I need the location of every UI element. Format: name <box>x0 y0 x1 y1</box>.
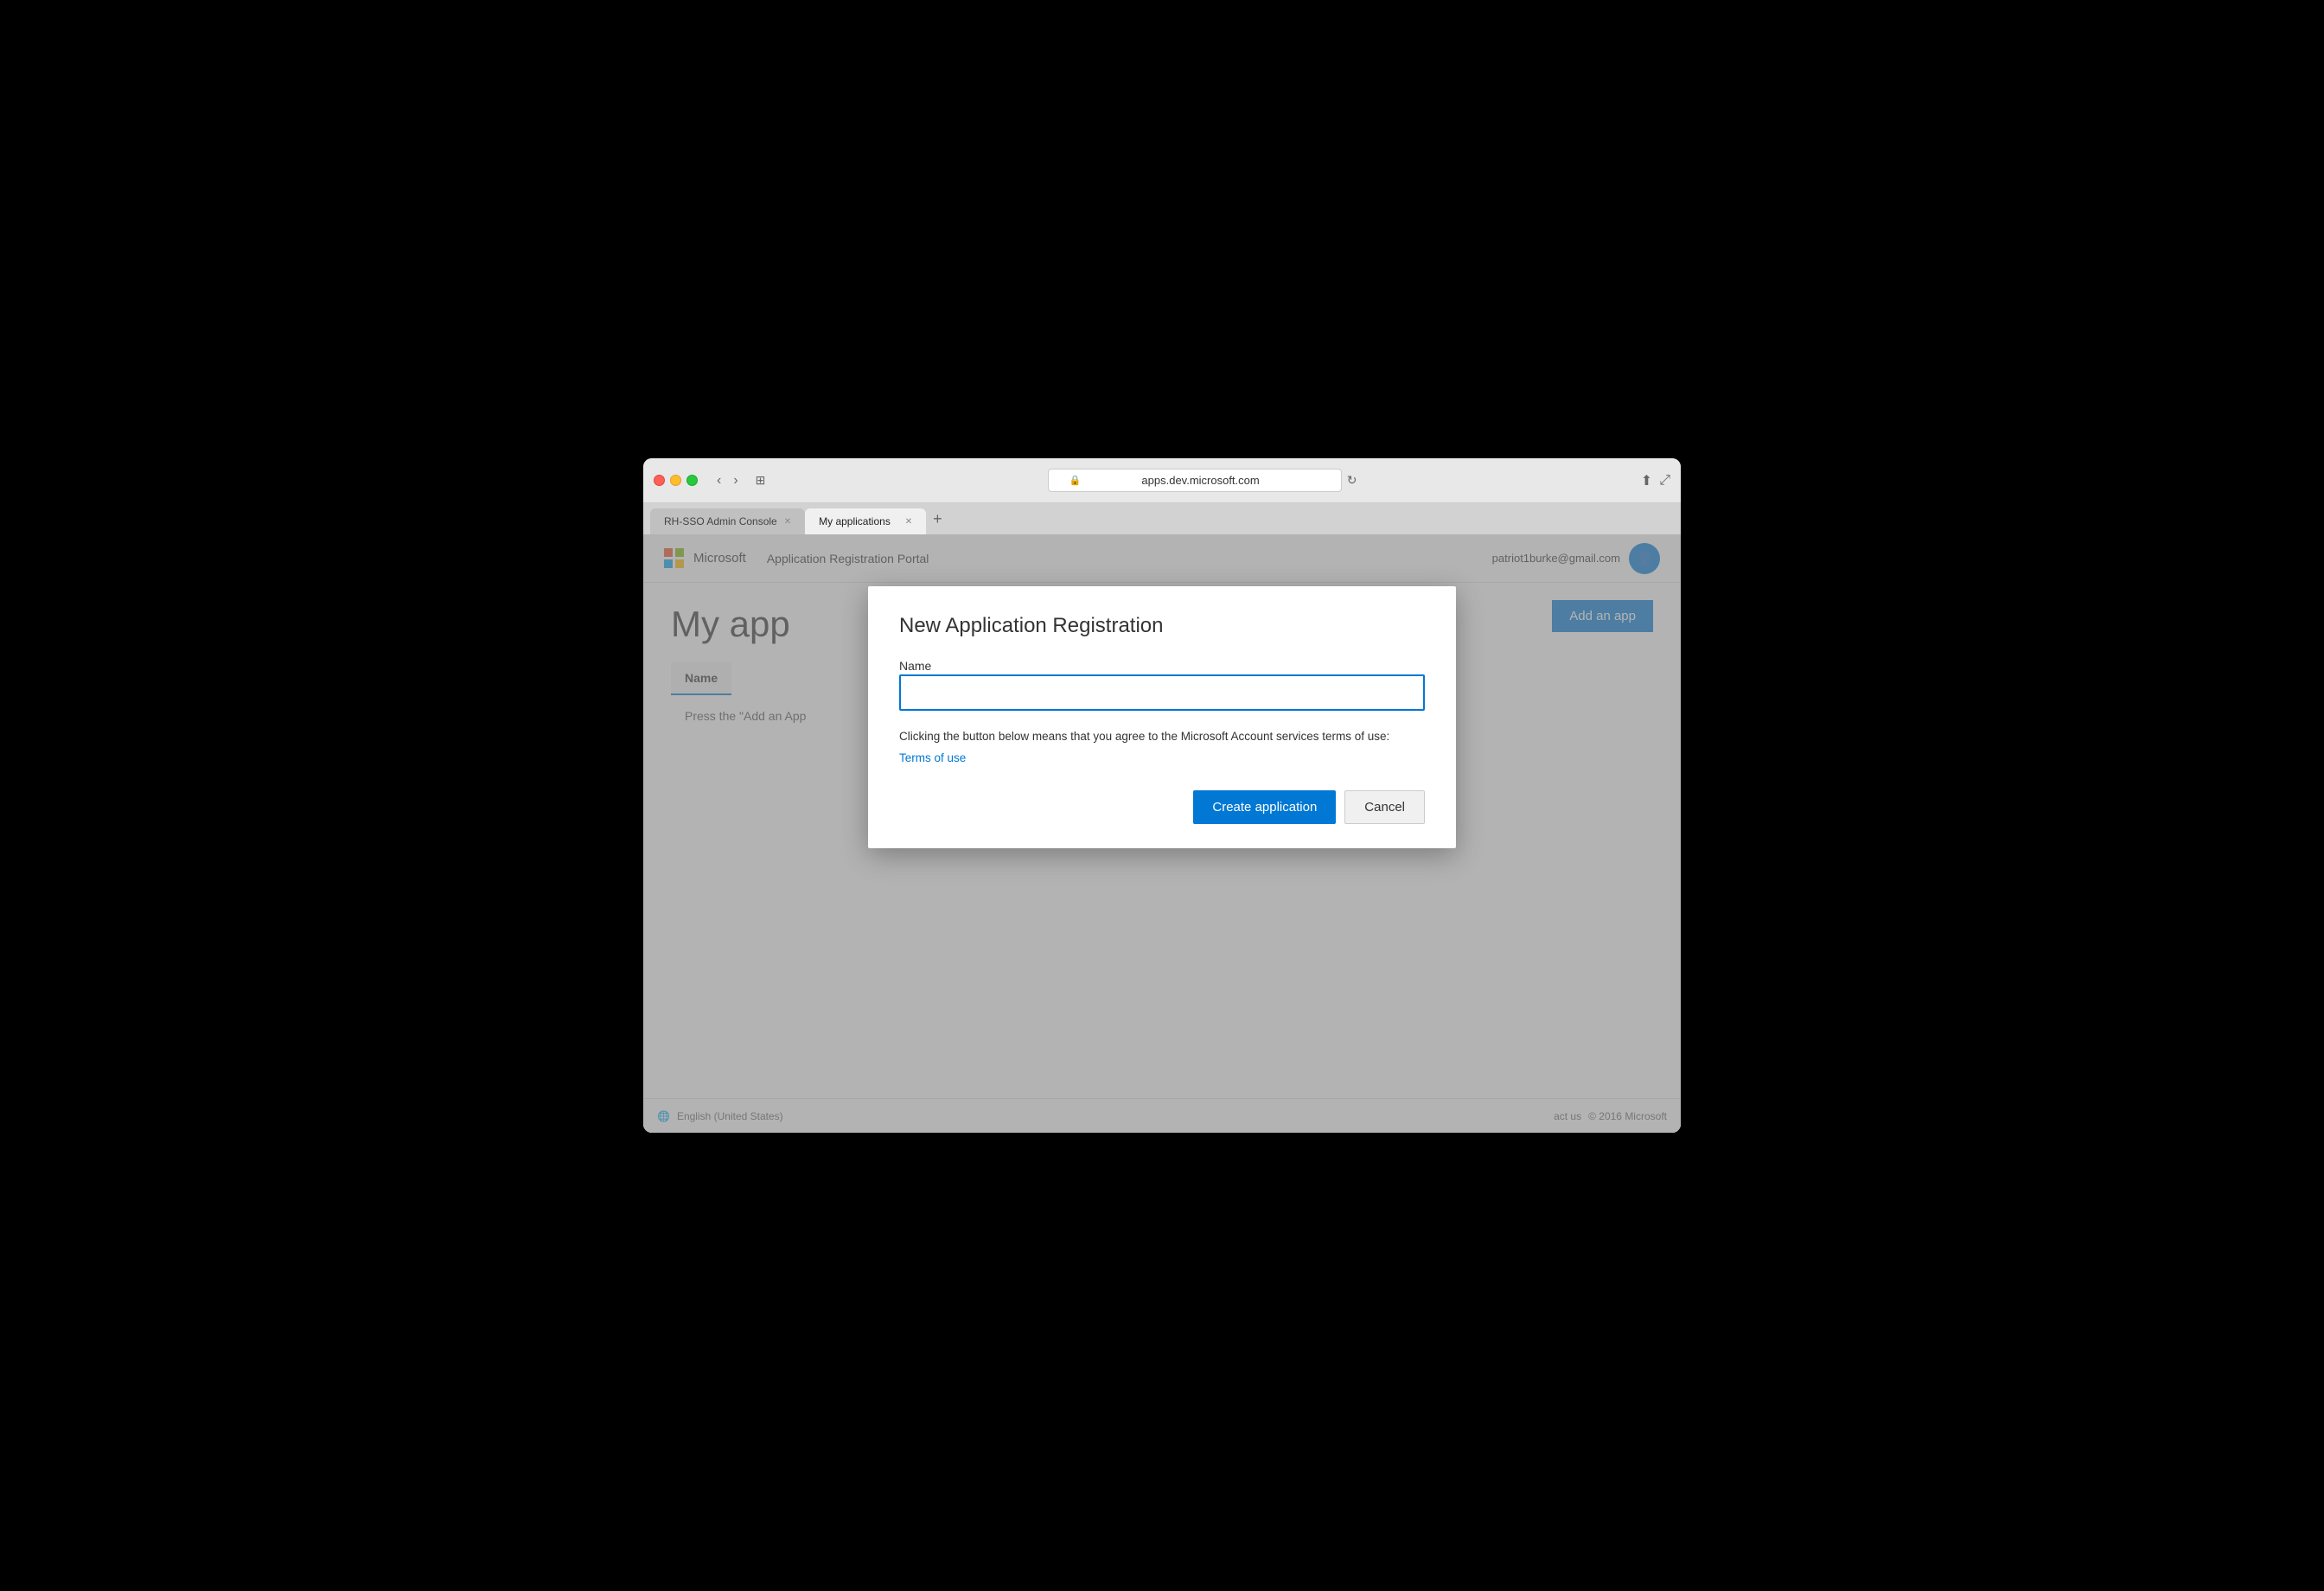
address-bar[interactable]: 🔒 apps.dev.microsoft.com <box>1048 469 1342 492</box>
browser-window: ‹ › ⊞ 🔒 apps.dev.microsoft.com ↻ ⬆ ⤢ RH-… <box>643 458 1681 1133</box>
refresh-button[interactable]: ↻ <box>1347 473 1357 488</box>
tab-my-applications[interactable]: My applications ✕ <box>805 508 926 534</box>
modal-actions: Create application Cancel <box>899 790 1425 824</box>
nav-buttons: ‹ › <box>712 470 744 492</box>
create-application-button[interactable]: Create application <box>1193 790 1336 824</box>
modal-overlay: New Application Registration Name Clicki… <box>643 534 1681 1133</box>
title-bar-actions: ⬆ ⤢ <box>1641 472 1670 489</box>
title-bar: ‹ › ⊞ 🔒 apps.dev.microsoft.com ↻ ⬆ ⤢ <box>643 458 1681 503</box>
tos-text: Clicking the button below means that you… <box>899 728 1425 745</box>
close-button[interactable] <box>654 475 665 486</box>
terms-of-use-link[interactable]: Terms of use <box>899 751 966 764</box>
tab-rh-sso[interactable]: RH-SSO Admin Console ✕ <box>650 508 805 534</box>
share-button[interactable]: ⬆ <box>1641 472 1652 489</box>
address-bar-container: 🔒 apps.dev.microsoft.com ↻ <box>777 469 1626 492</box>
tab-layout-button[interactable]: ⊞ <box>750 470 771 491</box>
lock-icon: 🔒 <box>1069 475 1082 486</box>
tab-rh-sso-label: RH-SSO Admin Console <box>664 515 777 527</box>
tab-my-applications-label: My applications <box>819 515 891 527</box>
tabs-bar: RH-SSO Admin Console ✕ My applications ✕… <box>643 503 1681 534</box>
traffic-lights <box>654 475 698 486</box>
modal-dialog: New Application Registration Name Clicki… <box>868 586 1456 848</box>
name-label: Name <box>899 659 931 673</box>
new-tab-button[interactable]: + <box>926 510 949 528</box>
maximize-button[interactable] <box>686 475 698 486</box>
modal-title: New Application Registration <box>899 614 1425 638</box>
back-nav-button[interactable]: ‹ <box>712 470 726 492</box>
tab-my-applications-close[interactable]: ✕ <box>905 517 912 527</box>
forward-nav-button[interactable]: › <box>728 470 743 492</box>
fullscreen-button[interactable]: ⤢ <box>1659 472 1670 489</box>
address-bar-text: apps.dev.microsoft.com <box>1086 474 1314 487</box>
cancel-button[interactable]: Cancel <box>1344 790 1425 824</box>
page-content: Microsoft Application Registration Porta… <box>643 534 1681 1133</box>
minimize-button[interactable] <box>670 475 681 486</box>
app-name-input[interactable] <box>899 674 1425 711</box>
tab-rh-sso-close[interactable]: ✕ <box>784 517 791 527</box>
